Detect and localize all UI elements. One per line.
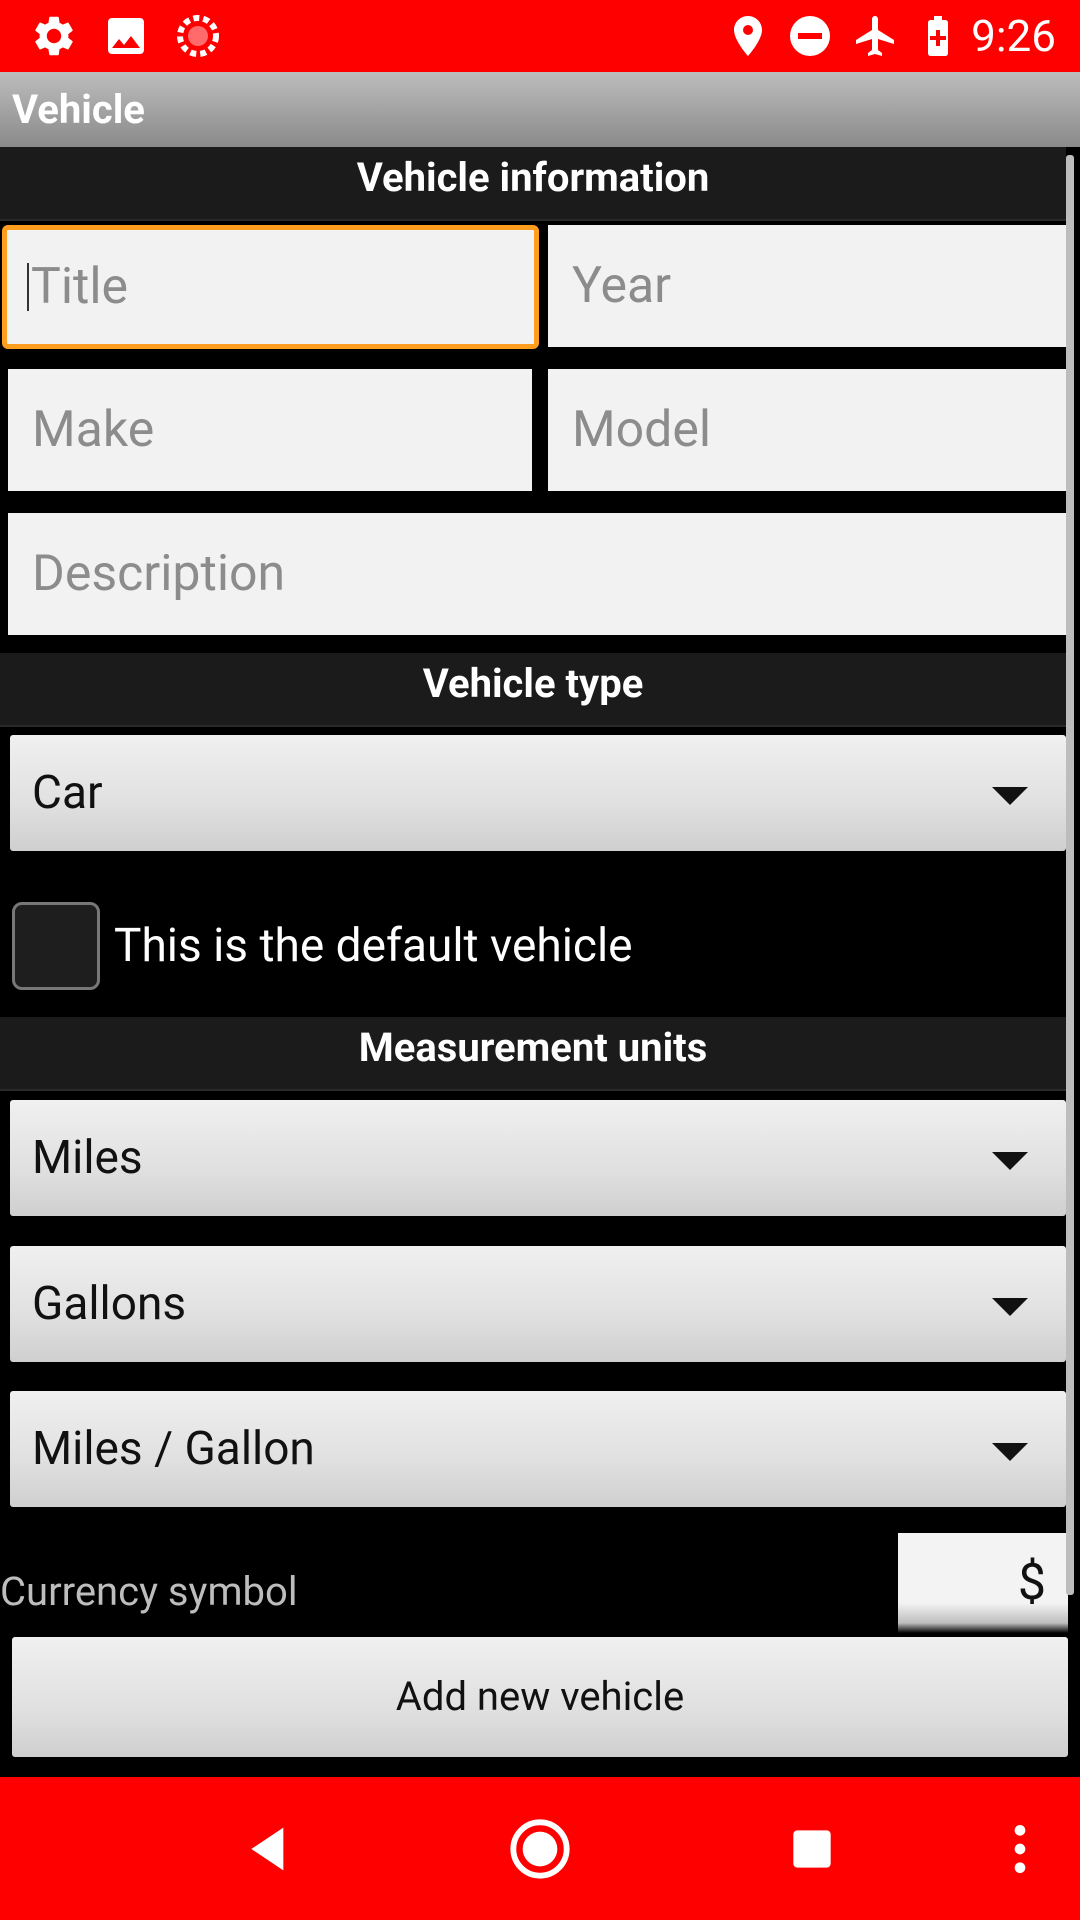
battery-icon bbox=[928, 16, 948, 56]
location-icon bbox=[734, 16, 762, 56]
volume-unit-selected: Gallons bbox=[32, 1277, 187, 1331]
model-field[interactable]: Model bbox=[548, 369, 1066, 491]
app-bar: Vehicle bbox=[0, 72, 1080, 147]
text-caret bbox=[27, 263, 29, 311]
chevron-down-icon bbox=[992, 1298, 1028, 1316]
status-time: 9:26 bbox=[971, 10, 1056, 62]
gear-icon bbox=[35, 16, 73, 56]
economy-unit-dropdown[interactable]: Miles / Gallon bbox=[10, 1391, 1066, 1507]
default-vehicle-checkbox[interactable] bbox=[12, 902, 100, 990]
image-icon bbox=[108, 18, 144, 54]
section-header-vehicle-type: Vehicle type bbox=[0, 653, 1066, 727]
year-field[interactable]: Year bbox=[548, 225, 1066, 347]
airplane-icon bbox=[856, 16, 894, 56]
volume-unit-dropdown[interactable]: Gallons bbox=[10, 1246, 1066, 1362]
vehicle-type-dropdown[interactable]: Car bbox=[10, 735, 1066, 851]
title-placeholder: Title bbox=[31, 258, 129, 316]
distance-unit-selected: Miles bbox=[32, 1131, 143, 1185]
sync-icon bbox=[177, 15, 219, 57]
recents-icon[interactable] bbox=[780, 1817, 844, 1881]
home-icon[interactable] bbox=[508, 1817, 572, 1881]
description-field[interactable]: Description bbox=[8, 513, 1066, 635]
scrollbar[interactable] bbox=[1066, 155, 1074, 1595]
do-not-disturb-icon bbox=[790, 16, 830, 56]
description-placeholder: Description bbox=[32, 545, 286, 603]
vehicle-type-selected: Car bbox=[32, 766, 103, 820]
chevron-down-icon bbox=[992, 1152, 1028, 1170]
back-icon[interactable] bbox=[238, 1817, 302, 1881]
section-header-vehicle-information: Vehicle information bbox=[0, 147, 1066, 221]
economy-unit-selected: Miles / Gallon bbox=[32, 1422, 315, 1476]
make-placeholder: Make bbox=[32, 401, 155, 459]
add-new-vehicle-button[interactable]: Add new vehicle bbox=[12, 1637, 1068, 1757]
currency-symbol-field[interactable]: $ bbox=[898, 1533, 1068, 1633]
page-title: Vehicle bbox=[12, 86, 145, 133]
section-header-measurement-units: Measurement units bbox=[0, 1017, 1066, 1091]
chevron-down-icon bbox=[992, 1443, 1028, 1461]
currency-symbol-label: Currency symbol bbox=[0, 1568, 298, 1615]
model-placeholder: Model bbox=[572, 401, 712, 459]
make-field[interactable]: Make bbox=[8, 369, 532, 491]
year-placeholder: Year bbox=[572, 257, 672, 315]
distance-unit-dropdown[interactable]: Miles bbox=[10, 1100, 1066, 1216]
navigation-bar bbox=[0, 1777, 1080, 1920]
status-bar: 9:26 bbox=[0, 0, 1080, 72]
overflow-menu-icon[interactable] bbox=[988, 1817, 1052, 1881]
chevron-down-icon bbox=[992, 787, 1028, 805]
title-field[interactable]: Title bbox=[2, 225, 539, 349]
default-vehicle-label[interactable]: This is the default vehicle bbox=[114, 916, 633, 976]
